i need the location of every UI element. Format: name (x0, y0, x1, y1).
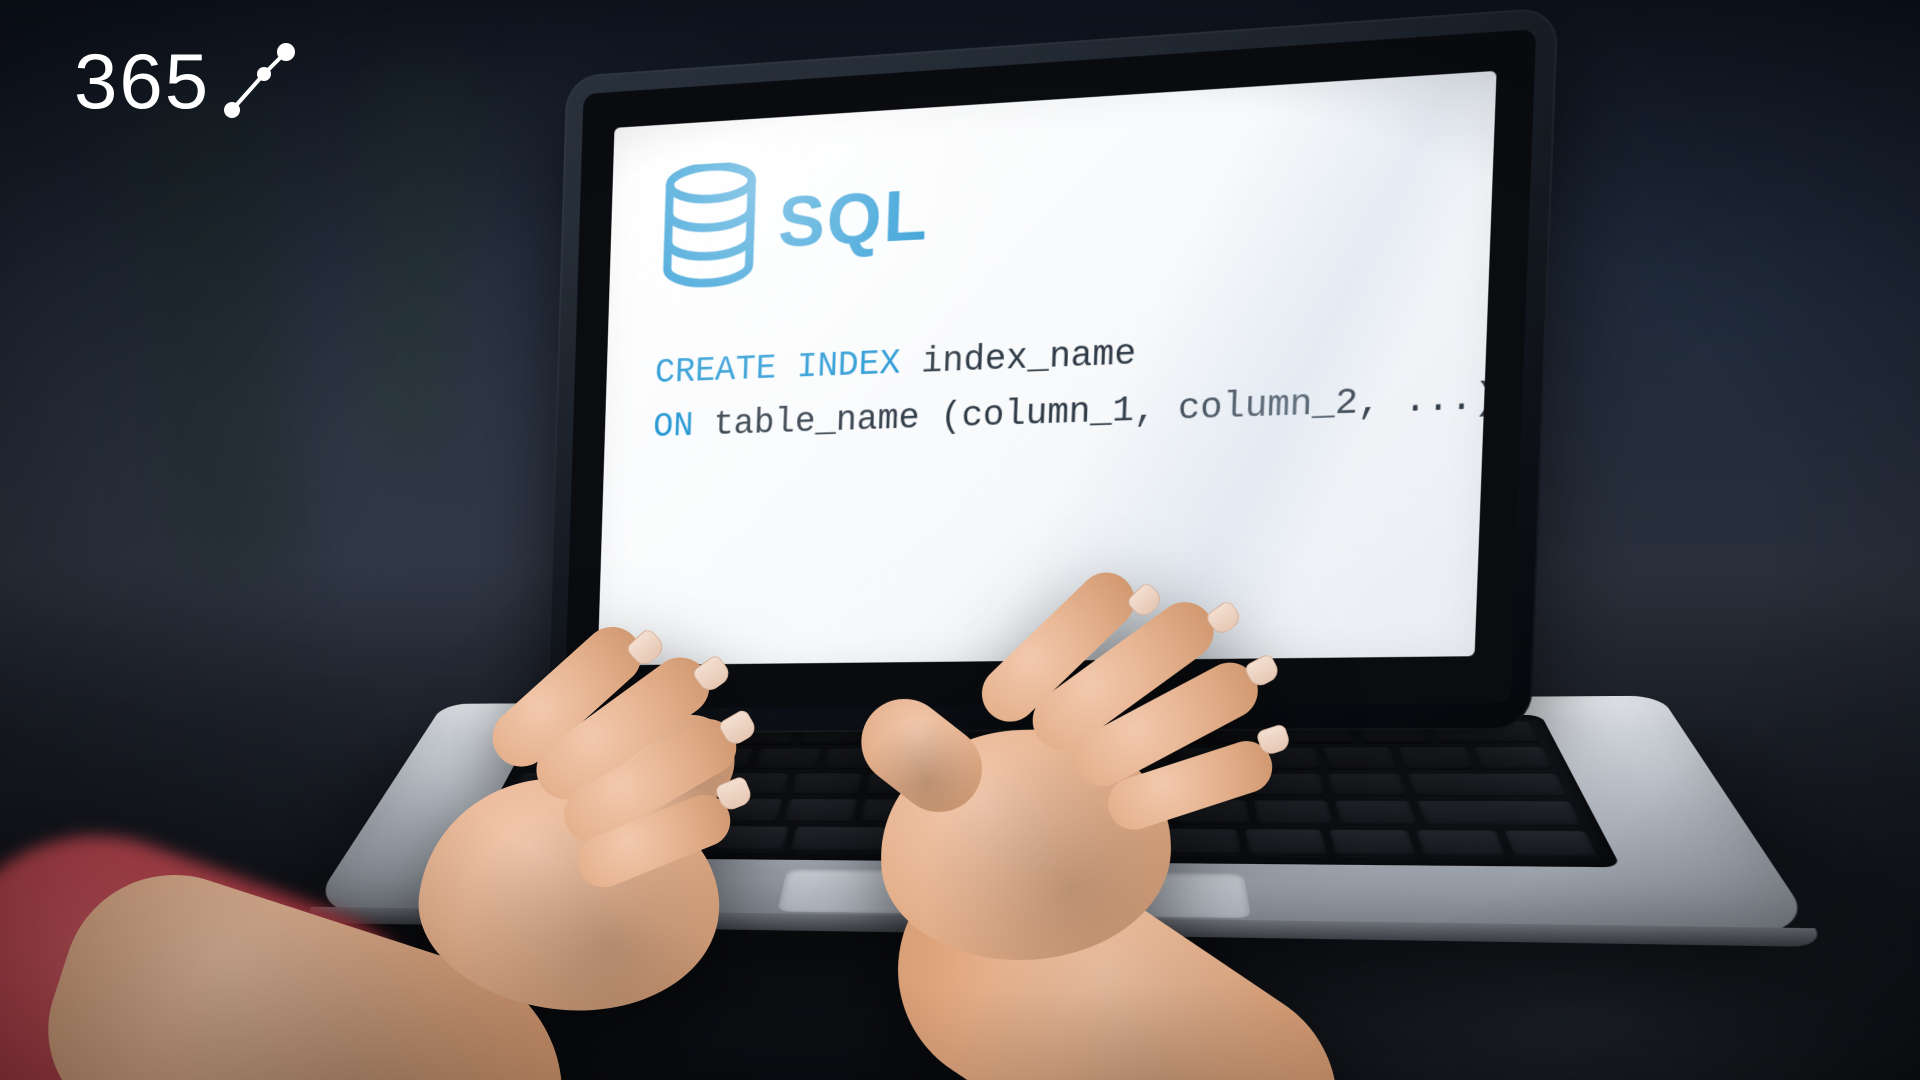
brand-logo-text: 365 (74, 36, 210, 127)
sql-code-text: index_name (900, 334, 1137, 385)
database-icon (658, 161, 762, 291)
hand-right (804, 596, 1536, 1080)
sql-keyword: CREATE INDEX (654, 343, 901, 393)
laptop-screen: SQL CREATE INDEX index_name ON table_nam… (598, 71, 1497, 666)
screen-bezel: SQL CREATE INDEX index_name ON table_nam… (564, 29, 1536, 709)
sql-keyword: ON (653, 407, 694, 448)
background-blur-shape (345, 57, 484, 484)
background-blur-shape (124, 74, 315, 586)
sql-code-block: CREATE INDEX index_name ON table_name (c… (652, 314, 1445, 456)
sql-header: SQL (658, 119, 1453, 290)
brand-logo: 365 (74, 36, 300, 127)
brand-logo-icon (216, 40, 300, 124)
promo-scene: 365 (0, 0, 1920, 1080)
sql-label: SQL (777, 172, 931, 263)
screen-content: SQL CREATE INDEX index_name ON table_nam… (652, 119, 1452, 456)
hand-left (170, 640, 870, 1080)
